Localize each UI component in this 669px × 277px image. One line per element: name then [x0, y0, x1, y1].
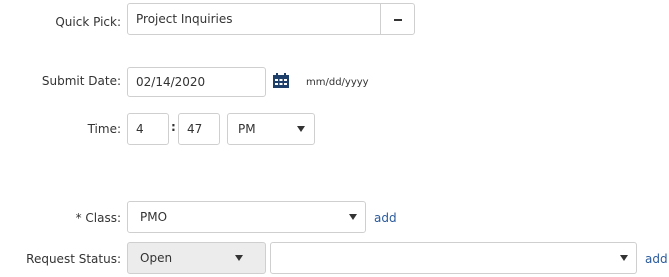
time-minute-input[interactable]: 47	[178, 113, 220, 145]
quick-pick-select[interactable]: Project Inquiries	[127, 3, 381, 35]
time-minute-value: 47	[187, 122, 203, 136]
request-status-select: Open	[127, 242, 266, 274]
chevron-down-icon	[297, 126, 305, 132]
request-status-add-link[interactable]: add	[645, 252, 668, 266]
quick-pick-value: Project Inquiries	[136, 12, 233, 26]
submit-date-label: Submit Date:	[41, 74, 121, 88]
chevron-down-icon	[349, 214, 357, 220]
class-add-link[interactable]: add	[374, 211, 397, 225]
request-status-secondary-select[interactable]	[270, 242, 637, 274]
submit-date-value: 02/14/2020	[136, 75, 206, 89]
class-value: PMO	[140, 210, 168, 224]
caret-down-icon	[394, 19, 402, 21]
request-status-value: Open	[140, 251, 173, 265]
calendar-icon[interactable]	[273, 73, 289, 88]
time-hour-input[interactable]: 4	[127, 113, 169, 145]
date-format-hint: mm/dd/yyyy	[306, 77, 369, 88]
chevron-down-icon	[620, 255, 628, 261]
time-label: Time:	[87, 122, 121, 136]
time-separator: :	[171, 120, 176, 134]
time-hour-value: 4	[136, 122, 144, 136]
class-label: * Class:	[75, 211, 121, 225]
submit-date-input[interactable]: 02/14/2020	[127, 67, 266, 97]
quick-pick-label: Quick Pick:	[55, 15, 121, 29]
class-select[interactable]: PMO	[127, 201, 366, 233]
quick-pick-dropdown-button[interactable]	[380, 3, 415, 35]
chevron-down-icon	[235, 255, 243, 261]
time-ampm-select[interactable]: PM	[227, 113, 315, 145]
time-ampm-value: PM	[238, 122, 256, 136]
request-status-label: Request Status:	[26, 252, 121, 266]
